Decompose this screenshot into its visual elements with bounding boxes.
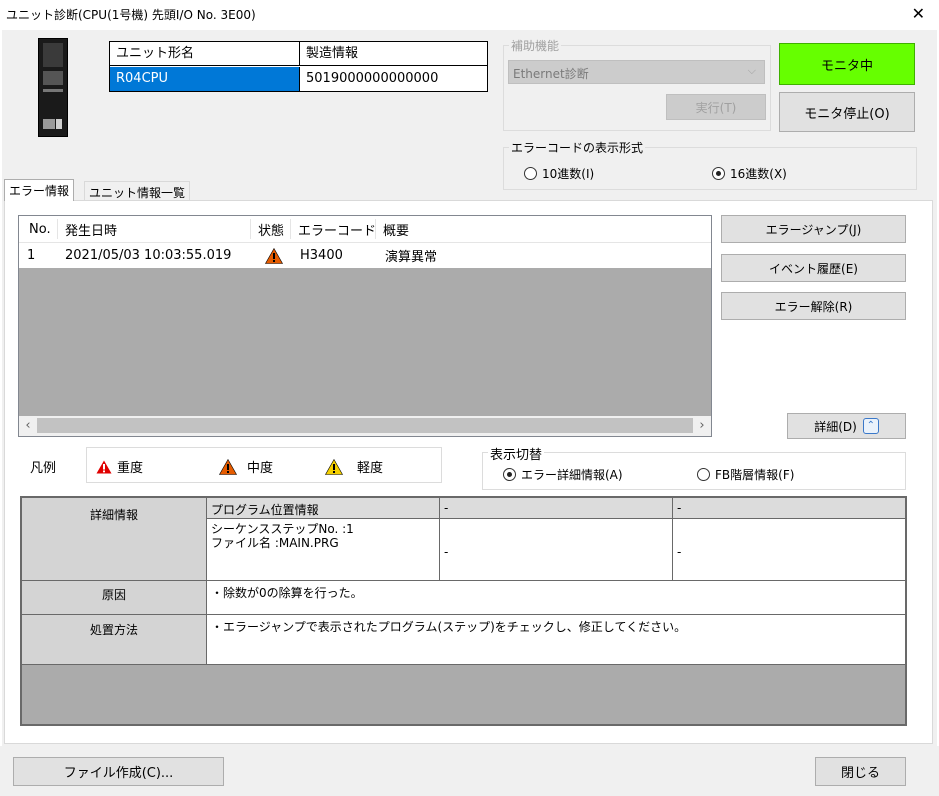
legend-moderate-label: 中度 <box>247 461 274 476</box>
legend-moderate: 中度 <box>219 457 273 476</box>
error-details-table: 詳細情報 プログラム位置情報 - - シーケンスステップNo. :1 ファイル名… <box>20 496 907 726</box>
error-code-format-legend: エラーコードの表示形式 <box>509 139 646 156</box>
detail-col2-dash: - <box>444 545 449 559</box>
program-position-header: プログラム位置情報 <box>207 498 440 519</box>
cause-label: 原因 <box>22 581 207 615</box>
close-icon[interactable]: ✕ <box>912 4 925 23</box>
error-list-header: No. 発生日時 状態 エラーコード 概要 <box>19 216 711 243</box>
aux-function-select-value: Ethernet診断 <box>513 67 589 81</box>
radio-fb-hierarchy[interactable]: FB階層情報(F) <box>697 466 794 483</box>
event-history-button[interactable]: イベント履歴(E) <box>721 254 906 282</box>
legend-minor: 軽度 <box>325 457 383 476</box>
tab-error-info[interactable]: エラー情報 <box>4 179 75 201</box>
error-row-code: H3400 <box>300 248 343 263</box>
radio-error-detail-label: エラー詳細情報(A) <box>521 468 623 482</box>
radio-hex-dot <box>712 167 725 180</box>
scroll-right-icon[interactable]: › <box>693 416 711 436</box>
radio-decimal[interactable]: 10進数(I) <box>524 165 594 182</box>
aux-function-select[interactable]: Ethernet診断 ⌵ <box>508 60 765 84</box>
warning-major-icon <box>96 460 112 473</box>
cause-text: ・除数が0の除算を行った。 <box>207 581 905 615</box>
radio-error-detail-dot <box>503 468 516 481</box>
tab-unit-info-list[interactable]: ユニット情報一覧 <box>84 181 191 201</box>
monitor-stop-button[interactable]: モニタ停止(O) <box>779 92 915 132</box>
column-status[interactable]: 状態 <box>254 216 284 242</box>
severity-legend: 重度 中度 軽度 <box>86 447 442 483</box>
radio-decimal-dot <box>524 167 537 180</box>
collapse-up-icon: ⌃ <box>862 418 879 434</box>
window-title: ユニット診断(CPU(1号機) 先頭I/O No. 3E00) <box>6 8 256 22</box>
error-row-no: 1 <box>27 248 36 263</box>
error-row-summary: 演算異常 <box>385 250 438 265</box>
program-position-value: シーケンスステップNo. :1 ファイル名 :MAIN.PRG <box>207 519 440 581</box>
model-value[interactable]: R04CPU <box>110 67 300 91</box>
radio-error-detail[interactable]: エラー詳細情報(A) <box>503 466 623 483</box>
aux-function-legend: 補助機能 <box>509 37 562 54</box>
column-summary[interactable]: 概要 <box>379 216 409 242</box>
radio-decimal-label: 10進数(I) <box>542 167 595 181</box>
module-info-table: ユニット形名 製造情報 R04CPU 5019000000000000 <box>109 41 488 92</box>
model-header: ユニット形名 <box>110 42 300 66</box>
error-row[interactable]: 1 2021/05/03 10:03:55.019 H3400 演算異常 <box>19 243 711 268</box>
column-datetime[interactable]: 発生日時 <box>61 216 117 242</box>
warning-moderate-icon <box>261 243 283 268</box>
scrollbar-thumb[interactable] <box>37 418 693 433</box>
detail-col3-dash: - <box>677 545 682 559</box>
radio-hex[interactable]: 16進数(X) <box>712 165 787 182</box>
warning-moderate-legend-icon <box>219 458 237 475</box>
file-name: ファイル名 :MAIN.PRG <box>211 536 339 550</box>
execute-button[interactable]: 実行(T) <box>666 94 766 120</box>
radio-hex-label: 16進数(X) <box>730 167 787 181</box>
legend-major: 重度 <box>96 457 143 476</box>
file-create-button[interactable]: ファイル作成(C)... <box>13 757 224 786</box>
chevron-down-icon: ⌵ <box>747 64 756 77</box>
production-info-header: 製造情報 <box>300 42 487 66</box>
detail-col3-header: - <box>673 498 905 519</box>
horizontal-scrollbar[interactable]: ‹ › <box>19 416 711 436</box>
detail-col3-value: - <box>673 519 905 581</box>
production-info-value[interactable]: 5019000000000000 <box>300 67 487 91</box>
action-label: 処置方法 <box>22 615 207 665</box>
warning-minor-icon <box>325 458 343 475</box>
radio-fb-hierarchy-label: FB階層情報(F) <box>715 468 795 482</box>
error-row-datetime: 2021/05/03 10:03:55.019 <box>65 248 232 263</box>
detail-button-label: 詳細(D) <box>814 419 857 434</box>
scroll-left-icon[interactable]: ‹ <box>19 416 37 436</box>
detail-col2-header: - <box>440 498 673 519</box>
action-text: ・エラージャンプで表示されたプログラム(ステップ)をチェックし、修正してください… <box>207 615 905 665</box>
radio-fb-hierarchy-dot <box>697 468 710 481</box>
detail-button[interactable]: 詳細(D) ⌃ <box>787 413 906 439</box>
monitoring-status-button[interactable]: モニタ中 <box>779 43 915 85</box>
sequence-step: シーケンスステップNo. :1 <box>211 522 354 536</box>
detail-info-label: 詳細情報 <box>22 498 207 581</box>
display-switch-legend: 表示切替 <box>488 444 545 463</box>
cpu-module-image <box>38 38 68 137</box>
detail-col2-value: - <box>440 519 673 581</box>
close-button[interactable]: 閉じる <box>815 757 906 786</box>
error-list[interactable]: No. 発生日時 状態 エラーコード 概要 1 2021/05/03 10:03… <box>18 215 712 437</box>
error-jump-button[interactable]: エラージャンプ(J) <box>721 215 906 243</box>
error-clear-button[interactable]: エラー解除(R) <box>721 292 906 320</box>
legend-minor-label: 軽度 <box>357 461 384 476</box>
legend-label: 凡例 <box>30 461 57 476</box>
column-no[interactable]: No. <box>25 216 51 242</box>
legend-major-label: 重度 <box>117 461 144 476</box>
column-error-code[interactable]: エラーコード <box>294 216 376 242</box>
